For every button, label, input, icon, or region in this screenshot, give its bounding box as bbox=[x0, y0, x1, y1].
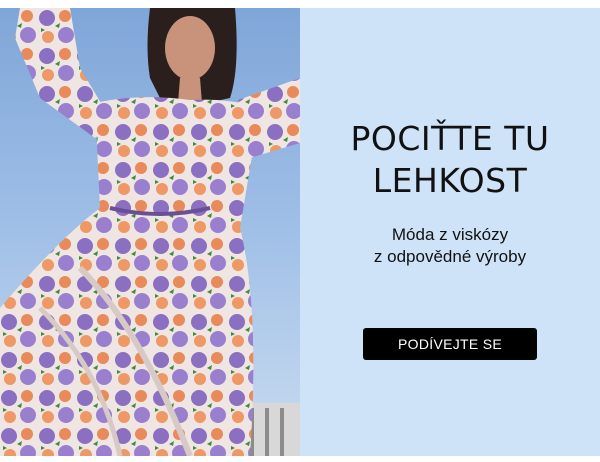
promo-subheadline: Móda z viskózy z odpovědné výroby bbox=[373, 225, 527, 266]
view-collection-button[interactable]: PODÍVEJTE SE bbox=[363, 328, 537, 360]
model-in-floral-dress-image[interactable] bbox=[0, 8, 300, 456]
promo-headline: POCIŤTE TU LEHKOST bbox=[350, 119, 550, 200]
promo-banner[interactable]: POCIŤTE TU LEHKOST Móda z viskózy z odpo… bbox=[0, 8, 600, 456]
floral-dress-illustration bbox=[0, 8, 300, 456]
promo-text-panel: POCIŤTE TU LEHKOST Móda z viskózy z odpo… bbox=[300, 8, 600, 456]
